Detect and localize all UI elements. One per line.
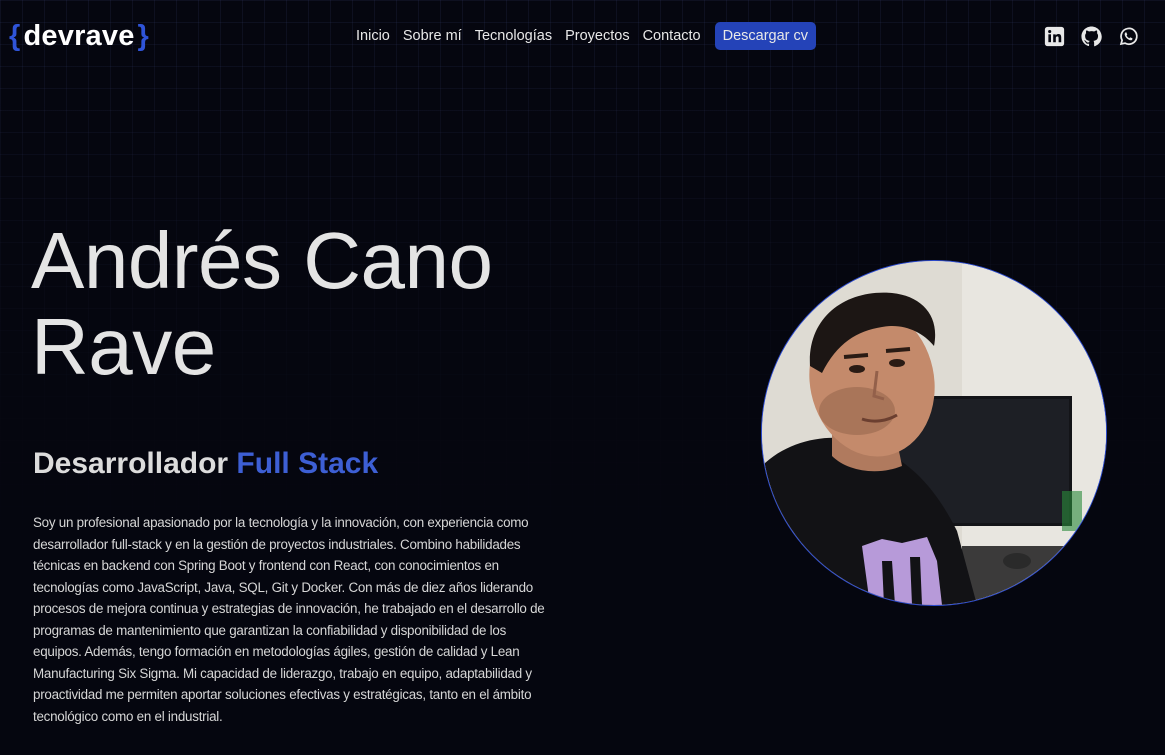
hero-bio: Soy un profesional apasionado por la tec… [33,515,545,724]
download-cv-button[interactable]: Descargar cv [714,22,817,50]
main-menu: Inicio Sobre mí Tecnologías Proyectos Co… [356,22,817,50]
github-icon[interactable] [1081,26,1102,47]
profile-photo [761,260,1107,606]
nav-link-sobre-mi[interactable]: Sobre mí [403,28,462,44]
top-navbar: {devrave} Inicio Sobre mí Tecnologías Pr… [0,0,1165,72]
hero-name: Andrés Cano Rave [31,216,493,391]
role-accent: Full Stack [236,447,379,480]
nav-link-tecnologias[interactable]: Tecnologías [475,28,552,44]
hero-role: Desarrollador Full Stack [33,447,378,481]
role-prefix: Desarrollador [33,447,229,480]
logo-brace-close: } [137,20,150,52]
site-logo[interactable]: {devrave} [9,18,149,54]
nav-link-inicio[interactable]: Inicio [356,28,390,44]
profile-photo-illustration [762,261,1106,605]
page: {devrave} Inicio Sobre mí Tecnologías Pr… [0,0,1165,755]
whatsapp-icon[interactable] [1118,26,1139,47]
linkedin-icon[interactable] [1044,26,1065,47]
nav-link-contacto[interactable]: Contacto [643,28,701,44]
logo-brace-open: { [9,20,21,52]
hero-name-line-1: Andrés Cano [31,216,493,305]
social-links [1044,26,1139,47]
logo-text: devrave [23,20,135,52]
hero-name-line-2: Rave [31,302,216,391]
nav-link-proyectos[interactable]: Proyectos [565,28,629,44]
